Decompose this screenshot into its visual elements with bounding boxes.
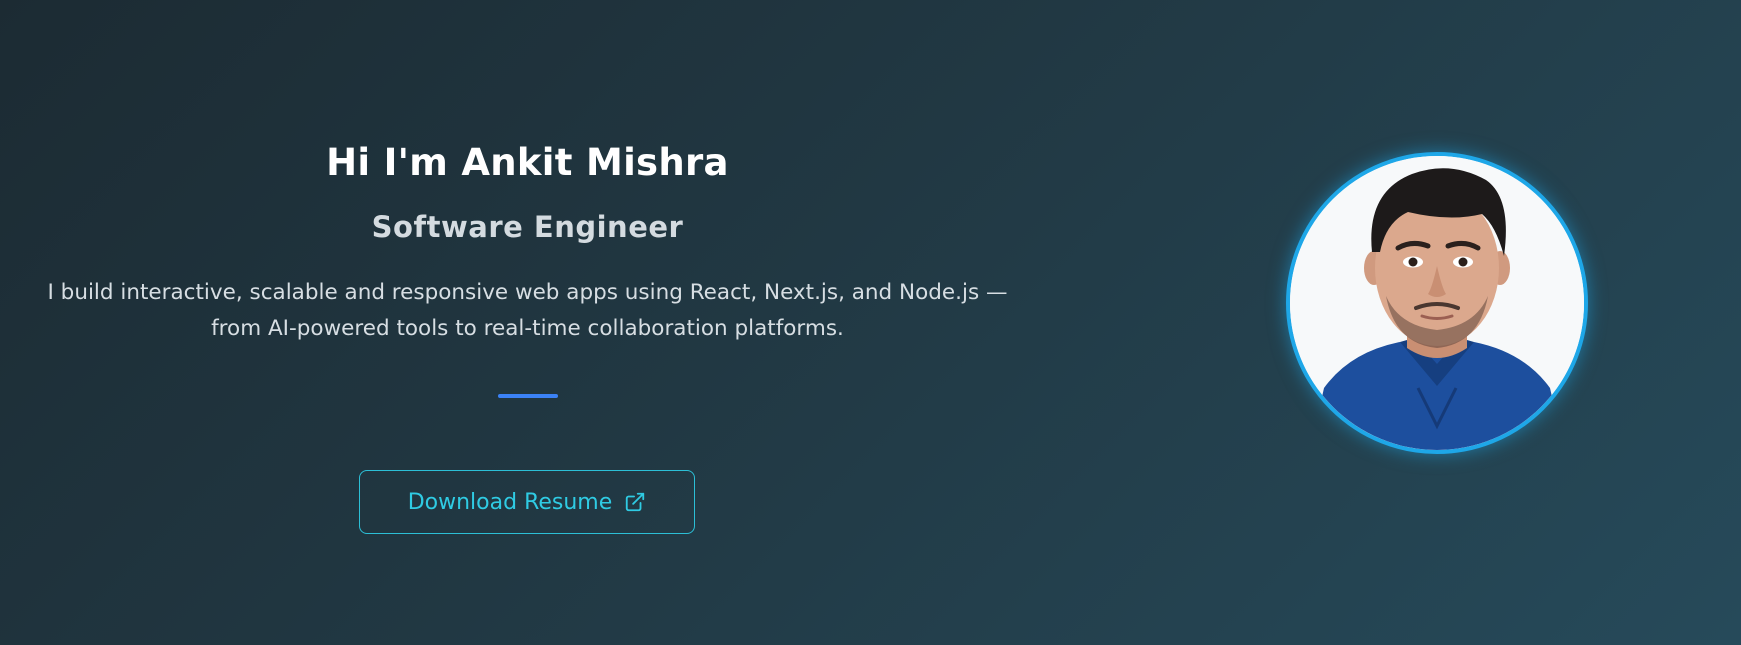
profile-photo	[1290, 156, 1584, 450]
hero-bio: I build interactive, scalable and respon…	[40, 275, 1015, 347]
hero-bio-line-1: I build interactive, scalable and respon…	[47, 280, 1008, 305]
hero-bio-line-2: from AI-powered tools to real-time colla…	[211, 316, 844, 341]
accent-divider	[498, 394, 558, 398]
download-resume-label: Download Resume	[407, 489, 613, 515]
hero-intro: Hi I'm Ankit Mishra Software Engineer I …	[0, 0, 1055, 645]
hero-role: Software Engineer	[371, 210, 684, 244]
hero-name: Hi I'm Ankit Mishra	[326, 141, 729, 184]
download-resume-button[interactable]: Download Resume	[359, 470, 695, 534]
profile-avatar	[1286, 152, 1588, 454]
external-link-icon	[624, 491, 646, 513]
